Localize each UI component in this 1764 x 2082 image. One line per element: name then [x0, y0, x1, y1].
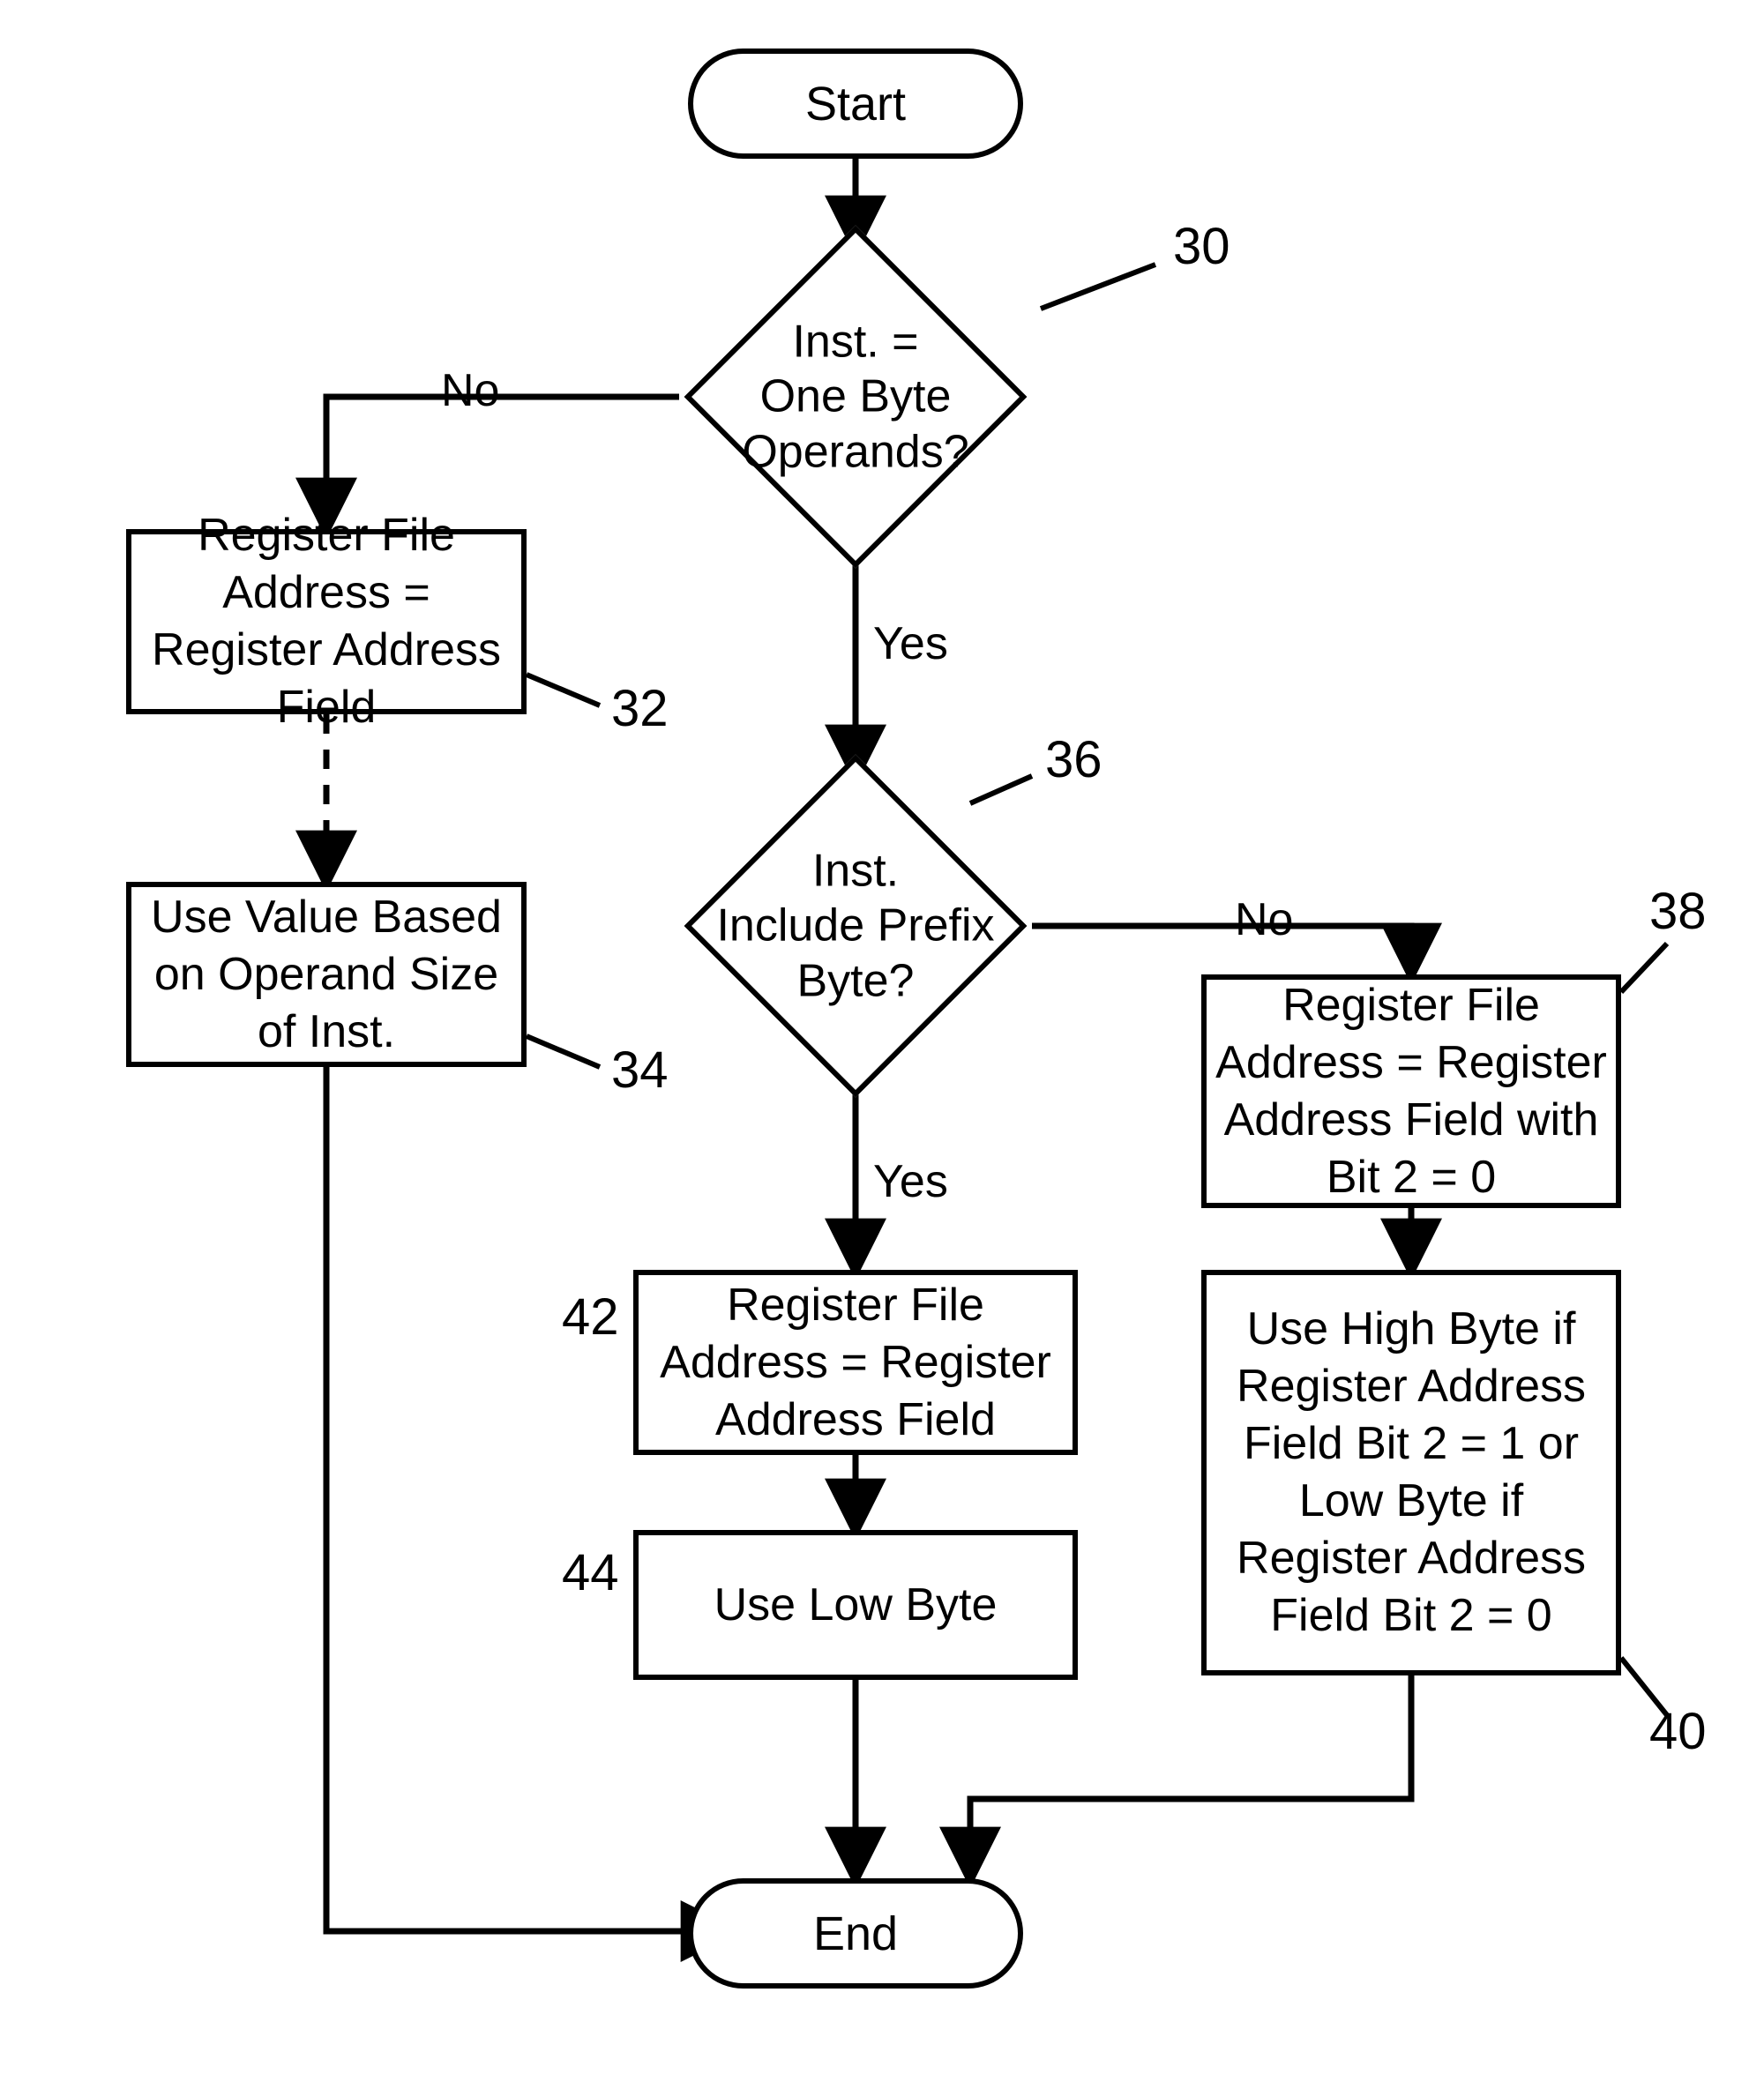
start-label: Start	[805, 77, 906, 131]
ref-32: 32	[611, 679, 669, 738]
decision-36: Inst. Include Prefix Byte?	[679, 776, 1032, 1076]
edge-label-yes-d36: Yes	[873, 1155, 948, 1208]
process-32-text: Register File Address = Register Address…	[140, 507, 512, 736]
ref-44: 44	[562, 1543, 619, 1602]
decision-30-text: Inst. = One Byte Operands?	[679, 314, 1032, 479]
process-38-text: Register File Address = Register Address…	[1215, 977, 1607, 1206]
process-44-text: Use Low Byte	[714, 1577, 998, 1634]
process-42-text: Register File Address = Register Address…	[647, 1277, 1064, 1449]
process-34: Use Value Based on Operand Size of Inst.	[126, 882, 527, 1067]
edge-label-yes-d30: Yes	[873, 617, 948, 670]
process-32: Register File Address = Register Address…	[126, 529, 527, 714]
process-40: Use High Byte if Register Address Field …	[1201, 1270, 1621, 1675]
process-40-text: Use High Byte if Register Address Field …	[1215, 1301, 1607, 1645]
edge-label-no-d30: No	[441, 364, 499, 417]
ref-42: 42	[562, 1287, 619, 1347]
end-label: End	[813, 1907, 898, 1961]
edge-label-no-d36: No	[1235, 893, 1293, 946]
decision-30: Inst. = One Byte Operands?	[679, 247, 1032, 547]
process-34-text: Use Value Based on Operand Size of Inst.	[140, 889, 512, 1061]
ref-36: 36	[1045, 730, 1102, 789]
process-42: Register File Address = Register Address…	[633, 1270, 1078, 1455]
terminator-end: End	[688, 1878, 1023, 1989]
process-44: Use Low Byte	[633, 1530, 1078, 1680]
terminator-start: Start	[688, 49, 1023, 159]
decision-36-text: Inst. Include Prefix Byte?	[679, 843, 1032, 1008]
flowchart-canvas: Start Inst. = One Byte Operands? Registe…	[0, 0, 1764, 2082]
ref-30: 30	[1173, 217, 1230, 276]
ref-34: 34	[611, 1041, 669, 1100]
process-38: Register File Address = Register Address…	[1201, 974, 1621, 1208]
ref-38: 38	[1649, 882, 1707, 941]
ref-40: 40	[1649, 1702, 1707, 1761]
